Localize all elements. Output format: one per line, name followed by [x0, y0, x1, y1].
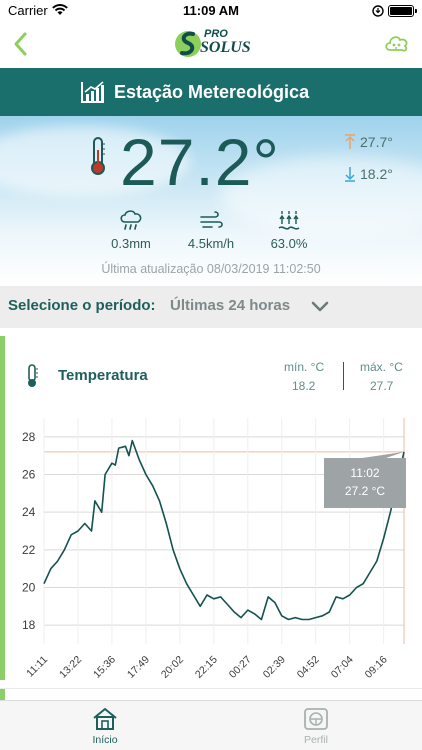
- temperature-line-chart[interactable]: 18 20 22 24 26 28 11:11 13:22 15:36 17:49 20:02 22:…: [0, 412, 422, 680]
- x-tick-label: 02:39: [261, 654, 288, 680]
- rain-value: 0.3mm: [111, 236, 151, 251]
- wind-icon: [200, 211, 223, 228]
- current-temperature: 27.2°: [120, 125, 280, 199]
- max-label: máx. °C: [360, 360, 403, 374]
- max-temperature: 27.7°: [360, 134, 393, 150]
- weather-cloud-icon[interactable]: [384, 32, 410, 54]
- x-tick-label: 04:52: [295, 654, 322, 680]
- thermometer-icon: [91, 137, 105, 175]
- y-tick-label: 24: [22, 505, 36, 519]
- logo-solus-text: SOLUS: [200, 39, 251, 56]
- tooltip-value: 27.2 °C: [345, 484, 385, 498]
- y-tick-label: 20: [22, 581, 36, 595]
- max-arrow-up-icon: [345, 134, 355, 149]
- y-tick-label: 22: [22, 543, 36, 557]
- battery-icon: [388, 5, 417, 17]
- min-label: mín. °C: [284, 360, 325, 374]
- last-updated-text: Última atualização 08/03/2019 11:02:50: [101, 262, 321, 276]
- current-conditions-panel: 27.2° 27.7° 18.2° 0.3mm 4.5km/h 63.0% Úl…: [0, 116, 422, 286]
- period-selector[interactable]: Selecione o período: Últimas 24 horas: [0, 286, 422, 328]
- status-bar: Carrier 11:09 AM: [0, 0, 422, 22]
- x-tick-label: 13:22: [57, 654, 84, 680]
- navigation-bar: PRO SOLUS: [0, 22, 422, 66]
- x-tick-label: 15:36: [91, 654, 118, 680]
- station-chart-icon: [81, 81, 104, 103]
- tab-perfil[interactable]: Perfil: [276, 707, 356, 746]
- max-value: 27.7: [370, 379, 394, 393]
- x-tick-label: 09:16: [363, 654, 390, 680]
- humidity-value: 63.0%: [270, 236, 308, 251]
- profile-icon[interactable]: [303, 707, 329, 731]
- status-time: 11:09 AM: [183, 3, 239, 18]
- x-tick-label: 00:27: [227, 654, 254, 680]
- tab-inicio[interactable]: Início: [65, 707, 145, 746]
- back-chevron-icon[interactable]: [10, 30, 32, 58]
- min-max-divider: [343, 362, 344, 390]
- min-temperature: 18.2°: [360, 166, 393, 182]
- next-card-peek: [0, 688, 422, 701]
- home-icon[interactable]: [92, 707, 118, 731]
- y-tick-label: 18: [22, 618, 36, 632]
- x-tick-label: 11:11: [24, 654, 50, 680]
- x-tick-label: 07:04: [329, 654, 356, 680]
- card-title: Temperatura: [58, 367, 148, 384]
- min-value: 18.2: [292, 379, 316, 393]
- tooltip-pointer: [362, 451, 404, 458]
- humidity-stat: 63.0%: [244, 210, 334, 251]
- temperature-card: Temperatura mín. °C 18.2 máx. °C 27.7 18…: [0, 336, 422, 680]
- tab-bar: Início Perfil: [0, 700, 422, 750]
- wind-value: 4.5km/h: [187, 236, 235, 251]
- wind-stat: 4.5km/h: [166, 210, 256, 251]
- min-arrow-down-icon: [345, 167, 355, 182]
- thermometer-icon: [28, 364, 38, 387]
- humidity-icon: [278, 211, 300, 230]
- x-tick-label: 20:02: [159, 654, 186, 680]
- station-title: Estação Metereológica: [114, 82, 310, 102]
- tab-inicio-label: Início: [92, 734, 118, 746]
- charging-lock-icon: [372, 5, 384, 17]
- rain-cloud-icon: [120, 210, 142, 230]
- y-tick-label: 28: [22, 430, 36, 444]
- y-tick-label: 26: [22, 468, 36, 482]
- period-label: Selecione o período:: [8, 297, 156, 314]
- station-header: Estação Metereológica: [0, 68, 422, 116]
- x-tick-label: 17:49: [125, 654, 152, 680]
- chevron-down-icon[interactable]: [310, 299, 330, 315]
- rain-stat: 0.3mm: [86, 210, 176, 251]
- tab-perfil-label: Perfil: [304, 734, 328, 746]
- period-value[interactable]: Últimas 24 horas: [170, 297, 290, 314]
- x-tick-label: 22:15: [193, 654, 220, 680]
- tooltip-time: 11:02: [350, 466, 379, 480]
